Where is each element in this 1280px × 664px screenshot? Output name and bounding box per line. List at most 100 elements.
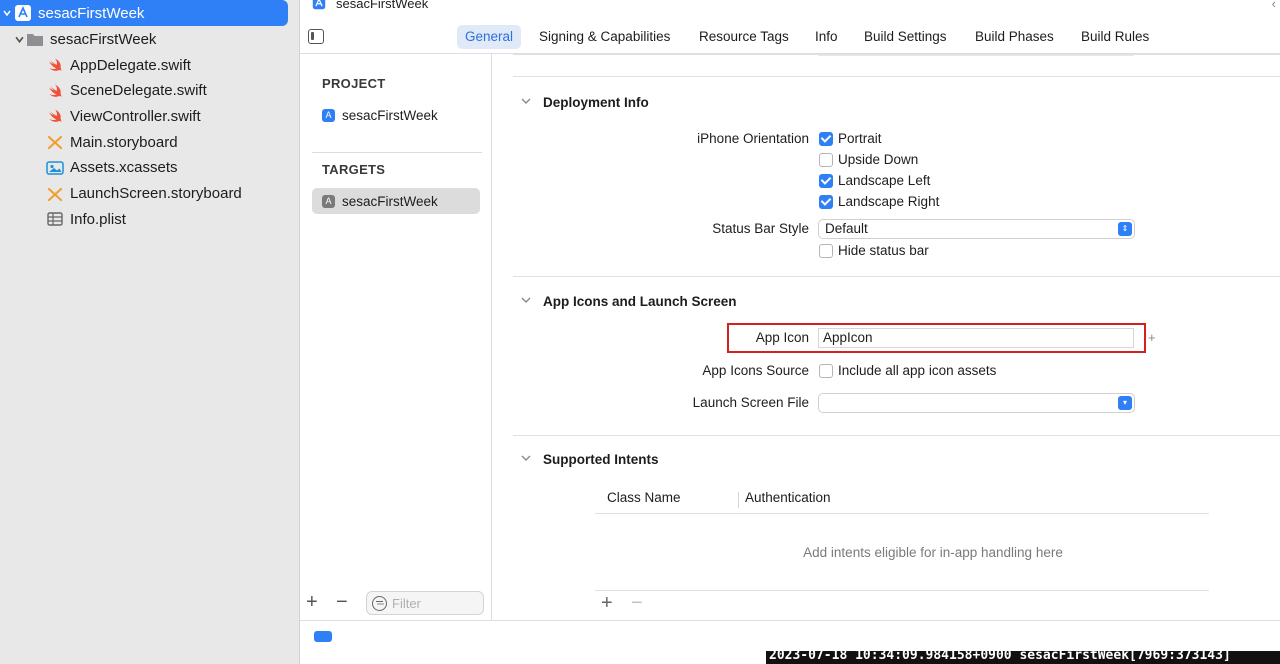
xcode-project-icon (310, 0, 328, 12)
nav-file-item[interactable]: LaunchScreen.storyboard (46, 181, 242, 207)
debug-area-toggle-icon[interactable] (314, 631, 332, 642)
console-output: 2023-07-18 10:34:09.984158+0900 sesacFir… (766, 651, 1280, 664)
app-icons-title: App Icons and Launch Screen (543, 294, 737, 309)
app-icon-value: AppIcon (823, 330, 873, 345)
asset-catalog-icon (46, 159, 64, 177)
nav-file-label: ViewController.swift (70, 107, 201, 125)
chevron-down-icon[interactable] (12, 35, 26, 44)
project-item-label: sesacFirstWeek (342, 107, 438, 123)
tab-resource-tags[interactable]: Resource Tags (699, 25, 789, 49)
orientation-upside-down-checkbox[interactable]: Upside Down (819, 152, 918, 167)
checkbox-checked-icon[interactable] (819, 131, 833, 146)
disclosure-chevron-icon[interactable] (521, 96, 531, 108)
tab-general[interactable]: General (457, 25, 522, 49)
nav-file-item[interactable]: Main.storyboard (46, 129, 178, 155)
nav-group-folder[interactable]: sesacFirstWeek (12, 26, 156, 52)
tab-info[interactable]: Info (815, 25, 838, 49)
tab-build-settings[interactable]: Build Settings (864, 25, 947, 49)
divider (513, 276, 1280, 277)
orientation-label: Portrait (838, 131, 882, 146)
remove-intent-button[interactable]: − (631, 592, 643, 615)
nav-file-label: SceneDelegate.swift (70, 82, 207, 100)
filter-placeholder: Filter (392, 595, 421, 611)
editor-tab-bar: General Signing & Capabilities Resource … (300, 22, 1280, 54)
include-all-icons-checkbox[interactable]: Include all app icon assets (819, 363, 996, 378)
swift-file-icon (46, 107, 64, 125)
nav-file-item[interactable]: AppDelegate.swift (46, 52, 191, 78)
nav-file-item[interactable]: Assets.xcassets (46, 155, 178, 181)
checkbox-checked-icon[interactable] (819, 173, 833, 188)
add-target-button[interactable]: + (306, 591, 318, 614)
nav-file-label: Main.storyboard (70, 133, 178, 151)
checkbox-unchecked-icon[interactable] (819, 363, 833, 378)
up-down-chevron-icon: ⇕ (1118, 222, 1132, 236)
nav-project-root-label: sesacFirstWeek (38, 4, 145, 22)
nav-file-item[interactable]: Info.plist (46, 206, 126, 232)
nav-project-root[interactable]: sesacFirstWeek (0, 0, 288, 26)
orientation-label: Upside Down (838, 152, 919, 167)
checkbox-unchecked-icon[interactable] (819, 243, 833, 258)
launch-screen-file-select[interactable]: ▾ (818, 393, 1135, 413)
add-app-icon-button[interactable]: + (1148, 330, 1156, 345)
project-section-header: PROJECT (322, 76, 386, 91)
disclosure-chevron-icon[interactable] (521, 453, 531, 465)
chevron-down-icon[interactable] (0, 9, 14, 17)
console-text: 2023-07-18 10:34:09.984158+0900 sesacFir… (769, 651, 1231, 663)
hide-status-bar-label: Hide status bar (838, 243, 929, 258)
orientation-landscape-left-checkbox[interactable]: Landscape Left (819, 173, 930, 188)
add-intent-button[interactable]: + (601, 592, 613, 615)
tab-build-rules[interactable]: Build Rules (1081, 25, 1149, 49)
general-settings-editor: Deployment Info iPhone Orientation Portr… (493, 54, 1280, 620)
breadcrumb[interactable]: sesacFirstWeek (310, 0, 428, 12)
divider (595, 513, 1209, 514)
remove-target-button[interactable]: − (336, 591, 348, 614)
nav-file-item[interactable]: SceneDelegate.swift (46, 78, 207, 104)
launch-screen-file-label: Launch Screen File (692, 395, 809, 410)
sidebar-toggle-icon[interactable] (308, 29, 324, 44)
target-list-item[interactable]: A sesacFirstWeek (312, 188, 480, 214)
folder-icon (26, 30, 44, 48)
targets-pane-footer: + − Filter (300, 588, 492, 620)
status-bar-style-label: Status Bar Style (712, 221, 809, 236)
disclosure-chevron-icon[interactable] (521, 295, 531, 307)
app-icon-label: App Icon (755, 330, 809, 345)
nav-group-label: sesacFirstWeek (50, 30, 157, 48)
app-icon-field[interactable]: AppIcon (818, 328, 1134, 348)
swift-file-icon (46, 82, 64, 100)
nav-file-label: LaunchScreen.storyboard (70, 185, 242, 202)
xcode-project-icon: A (322, 108, 335, 122)
nav-file-label: Assets.xcassets (70, 159, 178, 177)
project-targets-pane: PROJECT A sesacFirstWeek TARGETS A sesac… (300, 54, 492, 620)
tab-signing-capabilities[interactable]: Signing & Capabilities (539, 25, 670, 49)
tab-build-phases[interactable]: Build Phases (975, 25, 1054, 49)
nav-file-label: Info.plist (70, 210, 126, 228)
orientation-portrait-checkbox[interactable]: Portrait (819, 131, 882, 146)
class-name-column-header[interactable]: Class Name (607, 490, 681, 505)
target-item-label: sesacFirstWeek (342, 193, 438, 209)
status-bar-style-select[interactable]: Default ⇕ (818, 219, 1135, 239)
chevron-down-icon: ▾ (1118, 396, 1132, 410)
checkbox-checked-icon[interactable] (819, 194, 833, 209)
status-bar-style-value: Default (825, 221, 868, 236)
divider (595, 590, 1209, 591)
checkbox-unchecked-icon[interactable] (819, 152, 833, 167)
filter-icon (372, 595, 387, 611)
hide-status-bar-checkbox[interactable]: Hide status bar (819, 243, 929, 258)
project-list-item[interactable]: A sesacFirstWeek (312, 102, 480, 128)
app-icons-source-label: App Icons Source (702, 363, 809, 378)
deployment-info-title: Deployment Info (543, 95, 649, 110)
swift-file-icon (46, 56, 64, 74)
supported-intents-title: Supported Intents (543, 452, 659, 467)
authentication-column-header[interactable]: Authentication (745, 490, 831, 505)
navigation-back-icon[interactable]: ‹ (1272, 0, 1276, 11)
divider (513, 76, 1280, 77)
storyboard-icon (46, 133, 64, 151)
divider (513, 435, 1280, 436)
nav-file-item[interactable]: ViewController.swift (46, 103, 201, 129)
orientation-landscape-right-checkbox[interactable]: Landscape Right (819, 194, 939, 209)
include-all-icons-label: Include all app icon assets (838, 363, 997, 378)
orientation-label: Landscape Left (838, 173, 931, 188)
filter-field[interactable]: Filter (366, 591, 484, 615)
iphone-orientation-label: iPhone Orientation (697, 131, 809, 146)
app-target-icon: A (322, 194, 335, 208)
